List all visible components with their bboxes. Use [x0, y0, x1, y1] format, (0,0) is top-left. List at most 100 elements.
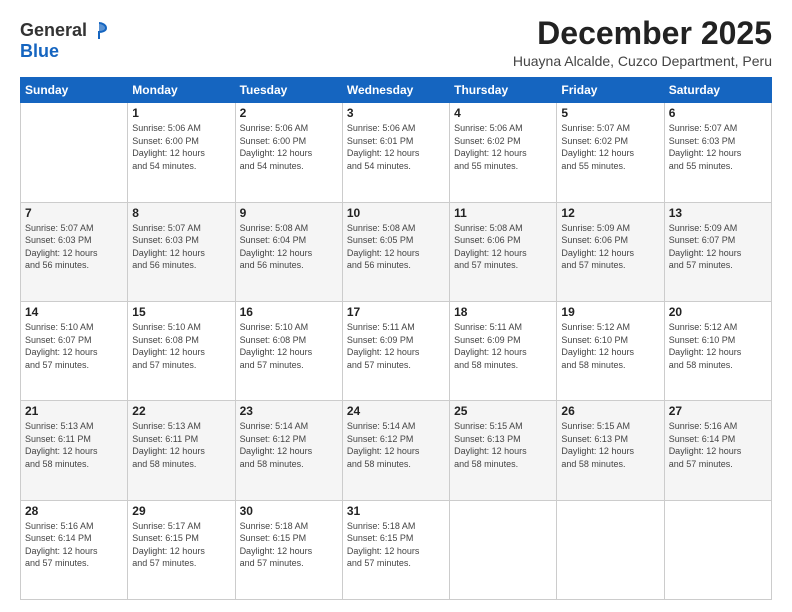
day-number: 20 — [669, 305, 767, 319]
subtitle: Huayna Alcalde, Cuzco Department, Peru — [513, 53, 772, 69]
cell-info: Sunrise: 5:13 AM Sunset: 6:11 PM Dayligh… — [132, 420, 230, 470]
calendar-cell: 1 Sunrise: 5:06 AM Sunset: 6:00 PM Daylig… — [128, 103, 235, 202]
calendar-week-2: 7 Sunrise: 5:07 AM Sunset: 6:03 PM Daylig… — [21, 202, 772, 301]
day-number: 15 — [132, 305, 230, 319]
cell-info: Sunrise: 5:08 AM Sunset: 6:04 PM Dayligh… — [240, 222, 338, 272]
day-number: 3 — [347, 106, 445, 120]
weekday-header-tuesday: Tuesday — [235, 78, 342, 103]
calendar-cell: 23 Sunrise: 5:14 AM Sunset: 6:12 PM Dayli… — [235, 401, 342, 500]
calendar-cell: 29 Sunrise: 5:17 AM Sunset: 6:15 PM Dayli… — [128, 500, 235, 599]
calendar-cell: 25 Sunrise: 5:15 AM Sunset: 6:13 PM Dayli… — [450, 401, 557, 500]
day-number: 30 — [240, 504, 338, 518]
calendar-cell: 30Sunrise: 5:18 AM Sunset: 6:15 PM Dayli… — [235, 500, 342, 599]
cell-info: Sunrise: 5:11 AM Sunset: 6:09 PM Dayligh… — [454, 321, 552, 371]
calendar-cell: 10 Sunrise: 5:08 AM Sunset: 6:05 PM Dayli… — [342, 202, 449, 301]
logo: General Blue — [20, 20, 110, 62]
day-number: 7 — [25, 206, 123, 220]
day-number: 10 — [347, 206, 445, 220]
cell-info: Sunrise: 5:09 AM Sunset: 6:06 PM Dayligh… — [561, 222, 659, 272]
day-number: 13 — [669, 206, 767, 220]
day-number: 31 — [347, 504, 445, 518]
day-number: 29 — [132, 504, 230, 518]
cell-info: Sunrise: 5:12 AM Sunset: 6:10 PM Dayligh… — [561, 321, 659, 371]
calendar-cell: 31 Sunrise: 5:18 AM Sunset: 6:15 PM Dayli… — [342, 500, 449, 599]
day-number: 28 — [25, 504, 123, 518]
cell-info: Sunrise: 5:07 AM Sunset: 6:02 PM Dayligh… — [561, 122, 659, 172]
calendar-cell: 21Sunrise: 5:13 AM Sunset: 6:11 PM Dayli… — [21, 401, 128, 500]
weekday-header-row: SundayMondayTuesdayWednesdayThursdayFrid… — [21, 78, 772, 103]
cell-info: Sunrise: 5:14 AM Sunset: 6:12 PM Dayligh… — [240, 420, 338, 470]
day-number: 1 — [132, 106, 230, 120]
weekday-header-monday: Monday — [128, 78, 235, 103]
cell-info: Sunrise: 5:09 AM Sunset: 6:07 PM Dayligh… — [669, 222, 767, 272]
calendar-cell: 24 Sunrise: 5:14 AM Sunset: 6:12 PM Dayli… — [342, 401, 449, 500]
day-number: 4 — [454, 106, 552, 120]
day-number: 12 — [561, 206, 659, 220]
cell-info: Sunrise: 5:15 AM Sunset: 6:13 PM Dayligh… — [561, 420, 659, 470]
title-section: December 2025 Huayna Alcalde, Cuzco Depa… — [513, 16, 772, 69]
day-number: 24 — [347, 404, 445, 418]
page: General Blue December 2025 Huayna Alcald… — [0, 0, 792, 612]
calendar-cell: 19Sunrise: 5:12 AM Sunset: 6:10 PM Dayli… — [557, 301, 664, 400]
calendar-cell: 13 Sunrise: 5:09 AM Sunset: 6:07 PM Dayli… — [664, 202, 771, 301]
cell-info: Sunrise: 5:10 AM Sunset: 6:07 PM Dayligh… — [25, 321, 123, 371]
calendar-cell: 17 Sunrise: 5:11 AM Sunset: 6:09 PM Dayli… — [342, 301, 449, 400]
day-number: 21 — [25, 404, 123, 418]
calendar-cell: 18 Sunrise: 5:11 AM Sunset: 6:09 PM Dayli… — [450, 301, 557, 400]
cell-info: Sunrise: 5:17 AM Sunset: 6:15 PM Dayligh… — [132, 520, 230, 570]
logo-blue: Blue — [20, 42, 59, 62]
calendar-cell: 9 Sunrise: 5:08 AM Sunset: 6:04 PM Daylig… — [235, 202, 342, 301]
calendar-table: SundayMondayTuesdayWednesdayThursdayFrid… — [20, 77, 772, 600]
cell-info: Sunrise: 5:07 AM Sunset: 6:03 PM Dayligh… — [132, 222, 230, 272]
cell-info: Sunrise: 5:16 AM Sunset: 6:14 PM Dayligh… — [25, 520, 123, 570]
calendar-cell: 16Sunrise: 5:10 AM Sunset: 6:08 PM Dayli… — [235, 301, 342, 400]
cell-info: Sunrise: 5:07 AM Sunset: 6:03 PM Dayligh… — [669, 122, 767, 172]
cell-info: Sunrise: 5:11 AM Sunset: 6:09 PM Dayligh… — [347, 321, 445, 371]
day-number: 14 — [25, 305, 123, 319]
cell-info: Sunrise: 5:08 AM Sunset: 6:06 PM Dayligh… — [454, 222, 552, 272]
calendar-cell: 22 Sunrise: 5:13 AM Sunset: 6:11 PM Dayli… — [128, 401, 235, 500]
day-number: 9 — [240, 206, 338, 220]
calendar-week-4: 21 Sunrise: 5:13 AM Sunset: 6:11 PM Dayli… — [21, 401, 772, 500]
calendar-cell: 12 Sunrise: 5:09 AM Sunset: 6:06 PM Dayli… — [557, 202, 664, 301]
calendar-cell: 20 Sunrise: 5:12 AM Sunset: 6:10 PM Dayli… — [664, 301, 771, 400]
cell-info: Sunrise: 5:10 AM Sunset: 6:08 PM Dayligh… — [240, 321, 338, 371]
calendar-cell: 3 Sunrise: 5:06 AM Sunset: 6:01 PM Daylig… — [342, 103, 449, 202]
cell-info: Sunrise: 5:16 AM Sunset: 6:14 PM Dayligh… — [669, 420, 767, 470]
calendar-cell: 11 Sunrise: 5:08 AM Sunset: 6:06 PM Dayli… — [450, 202, 557, 301]
day-number: 22 — [132, 404, 230, 418]
calendar-cell: 27Sunrise: 5:16 AM Sunset: 6:14 PM Dayli… — [664, 401, 771, 500]
weekday-header-sunday: Sunday — [21, 78, 128, 103]
calendar-cell — [557, 500, 664, 599]
cell-info: Sunrise: 5:06 AM Sunset: 6:01 PM Dayligh… — [347, 122, 445, 172]
calendar-cell: 5 Sunrise: 5:07 AM Sunset: 6:02 PM Daylig… — [557, 103, 664, 202]
cell-info: Sunrise: 5:14 AM Sunset: 6:12 PM Dayligh… — [347, 420, 445, 470]
calendar-week-1: 1 Sunrise: 5:06 AM Sunset: 6:00 PM Daylig… — [21, 103, 772, 202]
cell-info: Sunrise: 5:15 AM Sunset: 6:13 PM Dayligh… — [454, 420, 552, 470]
day-number: 6 — [669, 106, 767, 120]
cell-info: Sunrise: 5:07 AM Sunset: 6:03 PM Dayligh… — [25, 222, 123, 272]
day-number: 23 — [240, 404, 338, 418]
weekday-header-friday: Friday — [557, 78, 664, 103]
calendar-week-3: 14 Sunrise: 5:10 AM Sunset: 6:07 PM Dayli… — [21, 301, 772, 400]
logo-icon — [88, 20, 110, 42]
weekday-header-saturday: Saturday — [664, 78, 771, 103]
day-number: 25 — [454, 404, 552, 418]
calendar-cell: 7 Sunrise: 5:07 AM Sunset: 6:03 PM Daylig… — [21, 202, 128, 301]
cell-info: Sunrise: 5:12 AM Sunset: 6:10 PM Dayligh… — [669, 321, 767, 371]
cell-info: Sunrise: 5:08 AM Sunset: 6:05 PM Dayligh… — [347, 222, 445, 272]
calendar-cell — [21, 103, 128, 202]
calendar-week-5: 28 Sunrise: 5:16 AM Sunset: 6:14 PM Dayli… — [21, 500, 772, 599]
logo-general: General — [20, 21, 87, 41]
day-number: 11 — [454, 206, 552, 220]
calendar-cell: 8Sunrise: 5:07 AM Sunset: 6:03 PM Daylig… — [128, 202, 235, 301]
calendar-cell: 15Sunrise: 5:10 AM Sunset: 6:08 PM Dayli… — [128, 301, 235, 400]
day-number: 5 — [561, 106, 659, 120]
cell-info: Sunrise: 5:06 AM Sunset: 6:00 PM Dayligh… — [132, 122, 230, 172]
day-number: 26 — [561, 404, 659, 418]
cell-info: Sunrise: 5:18 AM Sunset: 6:15 PM Dayligh… — [347, 520, 445, 570]
day-number: 17 — [347, 305, 445, 319]
day-number: 18 — [454, 305, 552, 319]
calendar-cell — [664, 500, 771, 599]
weekday-header-wednesday: Wednesday — [342, 78, 449, 103]
